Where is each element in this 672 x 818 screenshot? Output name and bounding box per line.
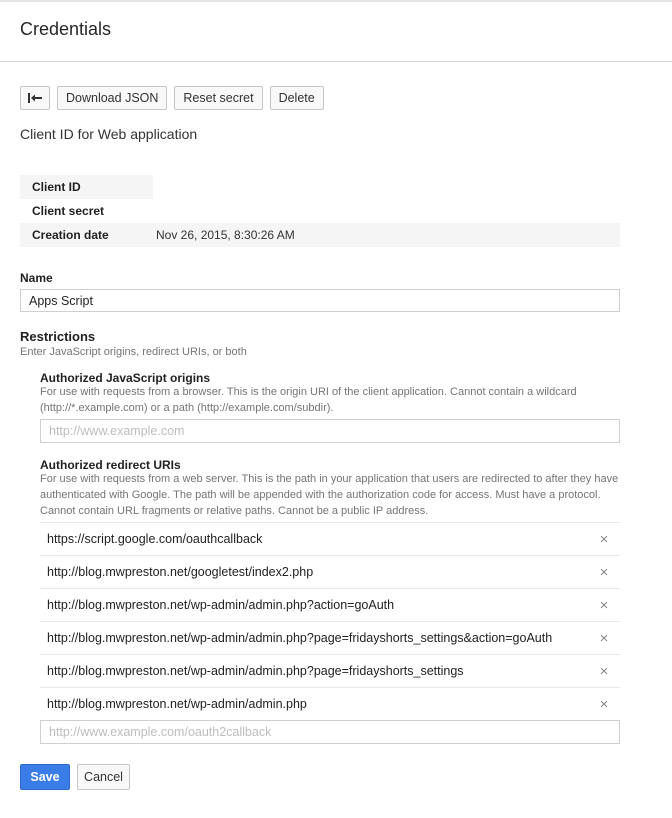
toolbar: Download JSON Reset secret Delete [20,86,324,110]
redirect-uri-list: https://script.google.com/oauthcallback … [40,522,620,721]
redirect-uri-row: https://script.google.com/oauthcallback … [40,523,620,556]
js-origins-help: For use with requests from a browser. Th… [40,386,577,414]
redirect-uri-row: http://blog.mwpreston.net/wp-admin/admin… [40,655,620,688]
redirect-uri-text: https://script.google.com/oauthcallback [47,532,263,546]
redirect-uri-row: http://blog.mwpreston.net/wp-admin/admin… [40,589,620,622]
remove-icon[interactable]: × [598,630,610,647]
save-button[interactable]: Save [20,764,70,790]
redirect-uri-row: http://blog.mwpreston.net/googletest/ind… [40,556,620,589]
remove-icon[interactable]: × [598,597,610,614]
creation-date-value: Nov 26, 2015, 8:30:26 AM [156,228,295,242]
redirect-uri-text: http://blog.mwpreston.net/wp-admin/admin… [47,598,395,612]
redirect-uris-help: For use with requests from a web server.… [40,473,619,517]
remove-icon[interactable]: × [598,696,610,713]
cancel-button[interactable]: Cancel [77,764,130,790]
back-arrow-icon [28,93,42,103]
top-border [0,0,672,2]
client-secret-row: Client secret [20,199,620,223]
name-input[interactable]: Apps Script [20,289,620,312]
remove-icon[interactable]: × [598,564,610,581]
header-divider [0,61,672,62]
js-origin-input[interactable]: http://www.example.com [40,419,620,443]
client-info-table: Client ID Client secret Creation date No… [20,175,620,247]
redirect-uri-text: http://blog.mwpreston.net/wp-admin/admin… [47,664,464,678]
redirect-uris-title: Authorized redirect URIs [40,458,181,472]
client-id-label: Client ID [32,180,81,194]
restrictions-help: Enter JavaScript origins, redirect URIs,… [20,346,247,358]
redirect-uri-row: http://blog.mwpreston.net/wp-admin/admin… [40,688,620,721]
restrictions-title: Restrictions [20,329,96,344]
delete-button[interactable]: Delete [269,86,324,110]
download-json-button[interactable]: Download JSON [57,86,168,110]
redirect-uri-input[interactable]: http://www.example.com/oauth2callback [40,720,620,744]
creation-date-label: Creation date [32,228,109,242]
client-id-row: Client ID [20,175,620,199]
remove-icon[interactable]: × [598,663,610,680]
reset-secret-button[interactable]: Reset secret [174,86,263,110]
js-origins-title: Authorized JavaScript origins [40,371,211,385]
redirect-uri-text: http://blog.mwpreston.net/googletest/ind… [47,565,314,579]
page-title: Credentials [20,19,112,39]
name-label: Name [20,271,53,285]
redirect-uri-row: http://blog.mwpreston.net/wp-admin/admin… [40,622,620,655]
client-secret-label: Client secret [32,204,105,218]
back-button[interactable] [20,86,50,110]
creation-date-row: Creation date Nov 26, 2015, 8:30:26 AM [20,223,620,247]
redirect-uri-text: http://blog.mwpreston.net/wp-admin/admin… [47,697,307,711]
remove-icon[interactable]: × [598,531,610,548]
client-type-title: Client ID for Web application [20,126,198,142]
redirect-uri-text: http://blog.mwpreston.net/wp-admin/admin… [47,631,553,645]
